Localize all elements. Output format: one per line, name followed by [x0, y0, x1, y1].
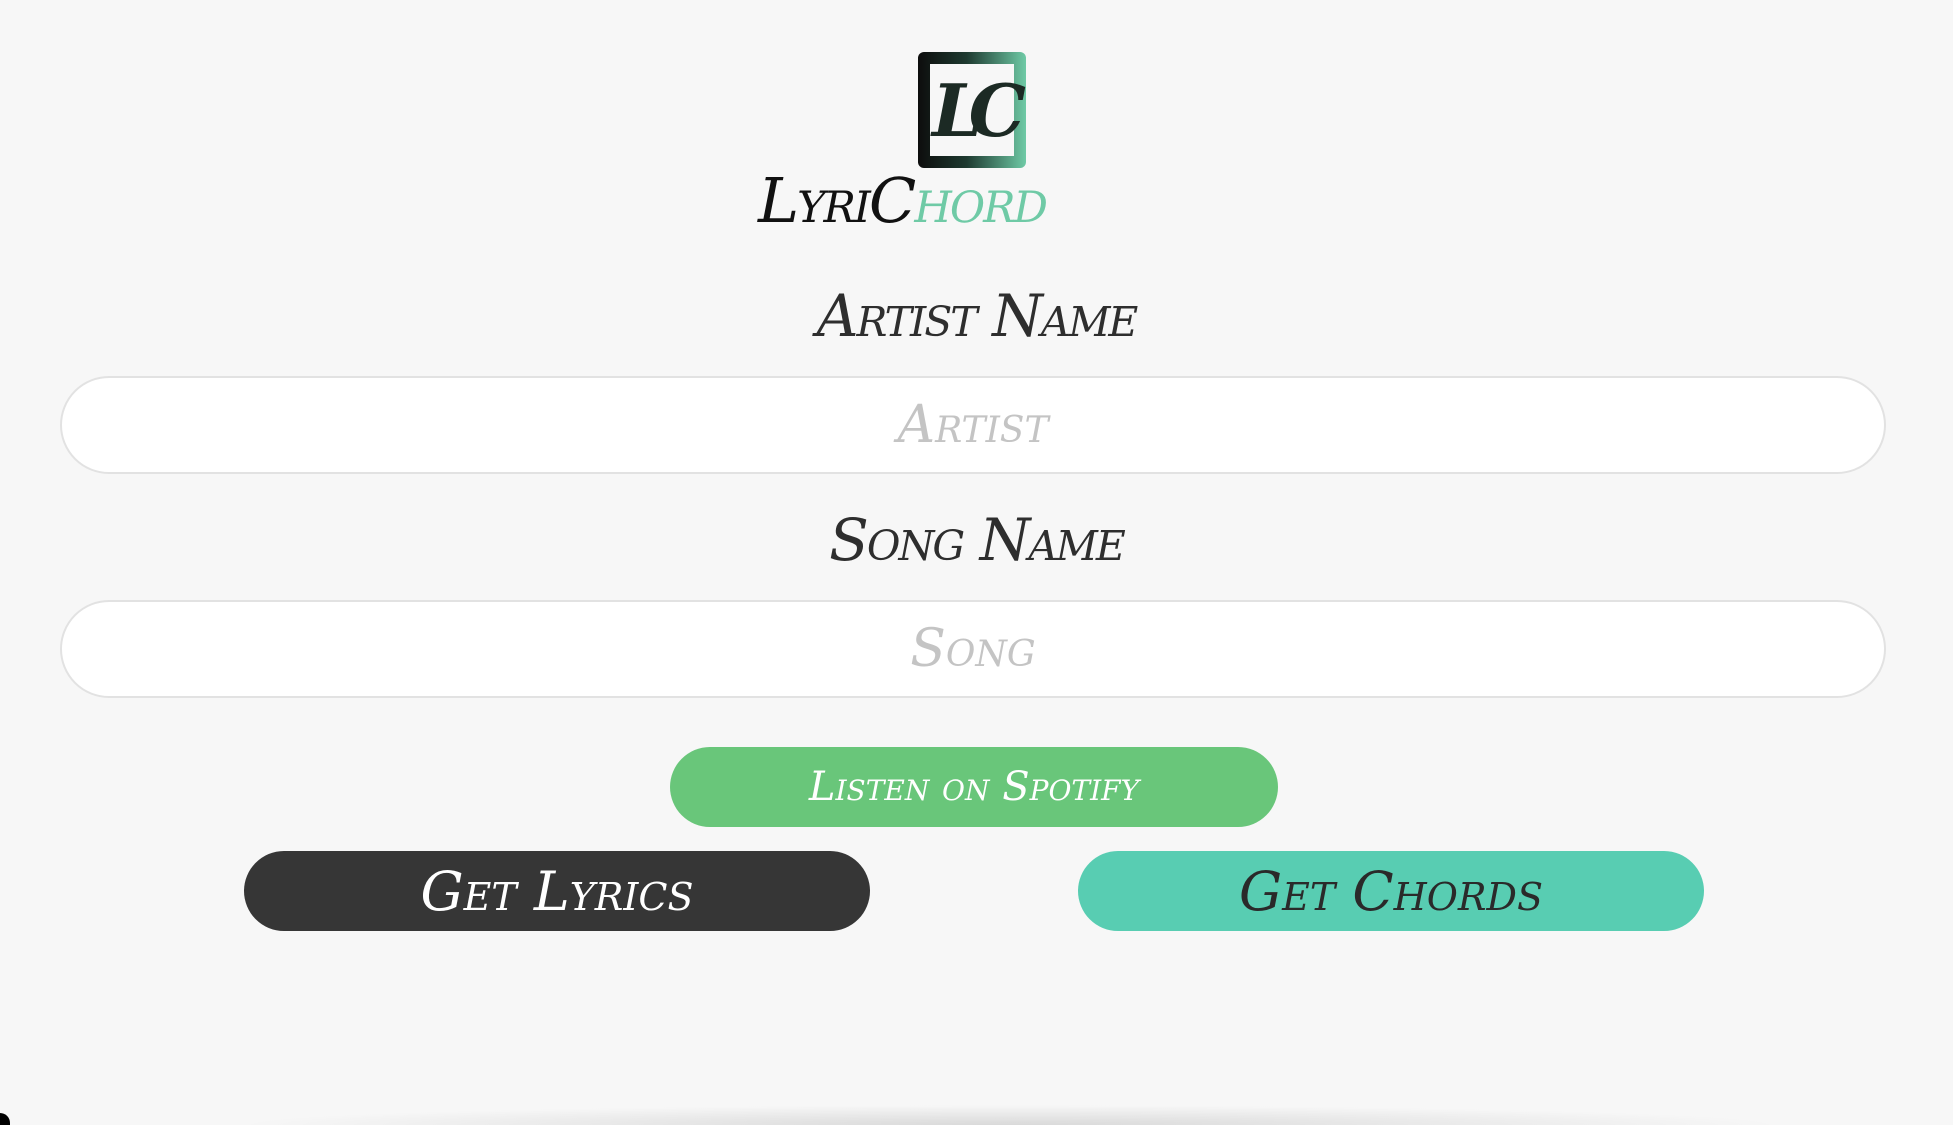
- window-corner: [0, 1113, 10, 1125]
- artist-name-label: Artist Name: [816, 282, 1139, 350]
- artist-input[interactable]: [60, 376, 1886, 474]
- get-chords-button[interactable]: Get Chords: [1078, 851, 1704, 931]
- logo-mark-icon: LC: [918, 52, 1026, 168]
- logo-word-part2: hord: [914, 164, 1048, 237]
- page: LC LyriChord Artist Name Song Name Liste…: [0, 0, 1953, 1125]
- logo-word-part1: LyriC: [758, 164, 916, 237]
- bottom-shadow: [230, 1105, 1790, 1125]
- app-logo: LC LyriChord: [740, 40, 1220, 240]
- logo-mark-letters: LC: [932, 67, 1026, 153]
- listen-on-spotify-button[interactable]: Listen on Spotify: [670, 747, 1278, 827]
- song-input[interactable]: [60, 600, 1886, 698]
- logo-wordmark: LyriChord: [758, 164, 1048, 237]
- song-name-label: Song Name: [829, 506, 1126, 574]
- get-lyrics-button[interactable]: Get Lyrics: [244, 851, 870, 931]
